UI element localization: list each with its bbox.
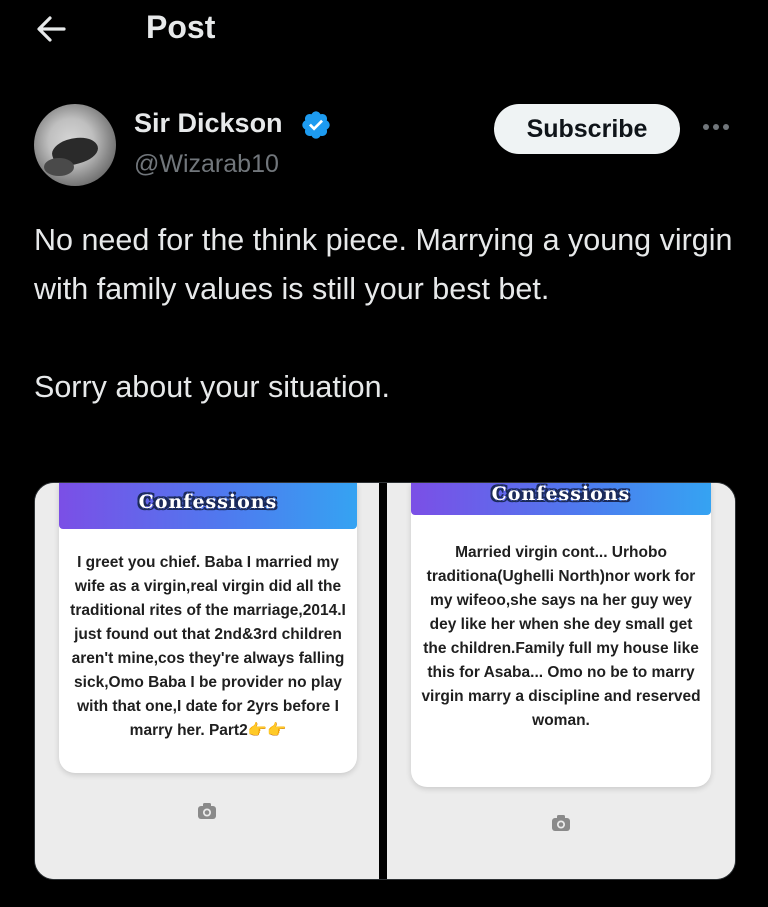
banner-label: Confessions: [491, 483, 631, 505]
arrow-left-icon: [37, 16, 66, 42]
media-image-1[interactable]: I greet you chief. Baba I married my wif…: [35, 483, 379, 879]
author-handle[interactable]: @Wizarab10: [134, 150, 279, 179]
more-horizontal-icon: [703, 124, 709, 130]
camera-icon: [198, 803, 216, 819]
confession-text: Married virgin cont... Urhobo traditiona…: [421, 544, 701, 729]
more-options-button[interactable]: [698, 112, 734, 142]
confessions-banner: Confessions: [59, 483, 357, 529]
confession-card: Married virgin cont... Urhobo traditiona…: [411, 483, 711, 787]
top-bar: Post: [0, 0, 768, 56]
tweet-paragraph: Sorry about your situation.: [34, 370, 391, 404]
avatar[interactable]: [34, 104, 116, 186]
subscribe-button[interactable]: Subscribe: [494, 104, 680, 154]
media-grid: I greet you chief. Baba I married my wif…: [34, 482, 736, 880]
camera-icon: [552, 815, 570, 831]
media-image-2[interactable]: Married virgin cont... Urhobo traditiona…: [387, 483, 735, 879]
back-button[interactable]: [34, 12, 74, 46]
banner-label: Confessions: [138, 491, 278, 513]
confessions-banner: Confessions: [411, 483, 711, 515]
tweet-paragraph: No need for the think piece. Marrying a …: [34, 223, 733, 306]
confession-text: I greet you chief. Baba I married my wif…: [70, 554, 346, 739]
verified-badge-icon[interactable]: [300, 109, 332, 141]
image-divider: [379, 483, 387, 879]
author-name[interactable]: Sir Dickson: [134, 108, 283, 139]
tweet-text: No need for the think piece. Marrying a …: [34, 216, 734, 412]
page-title: Post: [146, 9, 216, 45]
